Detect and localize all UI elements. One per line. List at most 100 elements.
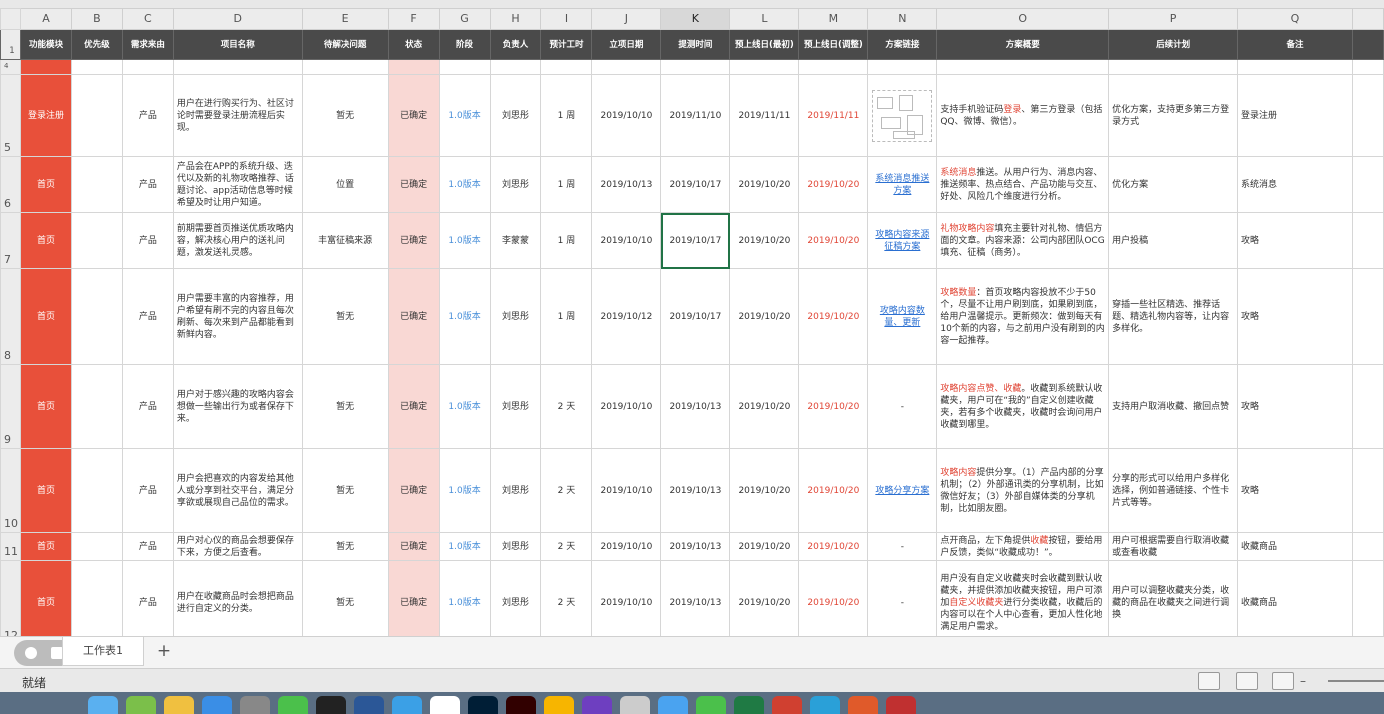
module-cell[interactable]: 首页: [19, 212, 72, 269]
project-name-cell[interactable]: 用户在收藏商品时会想把商品进行自定义的分类。: [172, 560, 303, 636]
column-header-a[interactable]: A: [19, 8, 72, 30]
row-number[interactable]: 10: [0, 448, 21, 533]
vs-icon[interactable]: [582, 696, 612, 714]
column-header-m[interactable]: M: [798, 8, 869, 30]
stage-cell[interactable]: 1.0版本: [438, 364, 491, 449]
notes-icon[interactable]: [164, 696, 194, 714]
column-header-e[interactable]: E: [301, 8, 389, 30]
source-cell[interactable]: 产品: [121, 212, 174, 269]
row-number[interactable]: 11: [0, 532, 21, 561]
summary-cell[interactable]: 攻略数量：首页攻略内容投放不少于50个，尽量不让用户刷到底，如果刷到底，给用户温…: [936, 268, 1110, 365]
grid-cell[interactable]: [438, 59, 491, 75]
row-number[interactable]: 4: [0, 59, 21, 75]
owner-cell[interactable]: 刘思彤: [489, 560, 542, 636]
effort-cell[interactable]: 2 天: [540, 448, 593, 533]
issue-cell[interactable]: 暂无: [301, 364, 389, 449]
header-cell[interactable]: 备注: [1237, 29, 1353, 60]
module-cell[interactable]: 首页: [19, 268, 72, 365]
excel-icon[interactable]: [734, 696, 764, 714]
golive-initial-cell[interactable]: 2019/11/11: [729, 74, 800, 157]
column-header-p[interactable]: P: [1108, 8, 1239, 30]
followup-plan-cell[interactable]: 支持用户取消收藏、撤回点赞: [1108, 364, 1239, 449]
start-date-cell[interactable]: 2019/10/10: [591, 212, 662, 269]
issue-cell[interactable]: 暂无: [301, 448, 389, 533]
column-header-h[interactable]: H: [489, 8, 542, 30]
page-break-view-icon[interactable]: [1272, 672, 1294, 690]
add-sheet-button[interactable]: +: [152, 639, 176, 663]
grid-cell[interactable]: [1351, 59, 1384, 75]
row-number[interactable]: 6: [0, 156, 21, 213]
source-cell[interactable]: 产品: [121, 448, 174, 533]
notion-icon[interactable]: [886, 696, 916, 714]
header-cell[interactable]: 提测时间: [660, 29, 731, 60]
summary-cell[interactable]: 用户没有自定义收藏夹时会收藏到默认收藏夹，并提供添加收藏夹按钮，用户可添加自定义…: [936, 560, 1110, 636]
golive-adjusted-cell[interactable]: 2019/10/20: [798, 448, 869, 533]
header-cell[interactable]: 预计工时: [540, 29, 593, 60]
row-number[interactable]: 5: [0, 74, 21, 157]
grid-cell[interactable]: [936, 59, 1110, 75]
plan-link[interactable]: 系统消息推送方案: [867, 156, 938, 213]
grid-cell[interactable]: [489, 59, 542, 75]
header-cell[interactable]: 方案链接: [867, 29, 938, 60]
golive-adjusted-cell[interactable]: 2019/11/11: [798, 74, 869, 157]
project-name-cell[interactable]: 用户需要丰富的内容推荐，用户希望有刷不完的内容且每次刷新、每次来到产品都能看到新…: [172, 268, 303, 365]
column-header-k[interactable]: K: [660, 8, 731, 30]
prev-sheet-icon[interactable]: [25, 647, 37, 659]
plan-link[interactable]: 攻略内容数量、更新: [867, 268, 938, 365]
system-prefs-icon[interactable]: [240, 696, 270, 714]
illustrator-icon[interactable]: [506, 696, 536, 714]
note-cell[interactable]: 收藏商品: [1237, 532, 1353, 561]
summary-cell[interactable]: 点开商品，左下角提供收藏按钮，要给用户反馈，类似“收藏成功！”。: [936, 532, 1110, 561]
owner-cell[interactable]: 刘思彤: [489, 74, 542, 157]
grid-cell[interactable]: [1351, 156, 1384, 213]
column-header-g[interactable]: G: [438, 8, 491, 30]
grid-cell[interactable]: [591, 59, 662, 75]
sketch-icon[interactable]: [544, 696, 574, 714]
stage-cell[interactable]: 1.0版本: [438, 156, 491, 213]
word-icon[interactable]: [354, 696, 384, 714]
project-name-cell[interactable]: 用户对心仪的商品会想要保存下来，方便之后查看。: [172, 532, 303, 561]
summary-cell[interactable]: 攻略内容点赞、收藏。收藏到系统默认收藏夹，用户可在“我的”自定义创建收藏夹，若有…: [936, 364, 1110, 449]
plan-link[interactable]: 攻略分享方案: [867, 448, 938, 533]
column-header-j[interactable]: J: [591, 8, 662, 30]
header-cell[interactable]: 负责人: [489, 29, 542, 60]
followup-plan-cell[interactable]: 分享的形式可以给用户多样化选择，例如普通链接、个性卡片式等等。: [1108, 448, 1239, 533]
followup-plan-cell[interactable]: 优化方案，支持更多第三方登录方式: [1108, 74, 1239, 157]
priority-cell[interactable]: [70, 560, 123, 636]
summary-cell[interactable]: 支持手机验证码登录、第三方登录（包括QQ、微博、微信）。: [936, 74, 1110, 157]
finder-icon[interactable]: [88, 696, 118, 714]
telegram-icon[interactable]: [810, 696, 840, 714]
owner-cell[interactable]: 刘思彤: [489, 268, 542, 365]
grid-cell[interactable]: [1237, 59, 1353, 75]
plan-link-cell[interactable]: -: [867, 532, 938, 561]
effort-cell[interactable]: 1 周: [540, 268, 593, 365]
golive-adjusted-cell[interactable]: 2019/10/20: [798, 268, 869, 365]
issue-cell[interactable]: 暂无: [301, 74, 389, 157]
module-cell[interactable]: 登录注册: [19, 74, 72, 157]
note-cell[interactable]: 攻略: [1237, 212, 1353, 269]
note-cell[interactable]: 收藏商品: [1237, 560, 1353, 636]
plan-link[interactable]: 攻略内容来源征稿方案: [867, 212, 938, 269]
owner-cell[interactable]: 刘思彤: [489, 156, 542, 213]
golive-initial-cell[interactable]: 2019/10/20: [729, 560, 800, 636]
issue-cell[interactable]: 暂无: [301, 532, 389, 561]
grid-cell[interactable]: [867, 59, 938, 75]
calendar-icon[interactable]: [430, 696, 460, 714]
status-cell[interactable]: 已确定: [387, 268, 440, 365]
project-name-cell[interactable]: 用户对于感兴趣的攻略内容会想做一些输出行为或者保存下来。: [172, 364, 303, 449]
stage-cell[interactable]: 1.0版本: [438, 74, 491, 157]
plan-link-cell[interactable]: -: [867, 560, 938, 636]
source-cell[interactable]: 产品: [121, 364, 174, 449]
module-cell[interactable]: 首页: [19, 448, 72, 533]
photoshop-icon[interactable]: [468, 696, 498, 714]
start-date-cell[interactable]: 2019/10/10: [591, 74, 662, 157]
header-cell[interactable]: 项目名称: [172, 29, 303, 60]
grid-cell[interactable]: [1351, 364, 1384, 449]
column-header-o[interactable]: O: [936, 8, 1110, 30]
header-cell[interactable]: 方案概要: [936, 29, 1110, 60]
status-cell[interactable]: 已确定: [387, 74, 440, 157]
owner-cell[interactable]: 刘思彤: [489, 364, 542, 449]
followup-plan-cell[interactable]: 穿插一些社区精选、推荐话题、精选礼物内容等，让内容多样化。: [1108, 268, 1239, 365]
select-all-corner[interactable]: [0, 8, 21, 30]
note-cell[interactable]: 攻略: [1237, 268, 1353, 365]
